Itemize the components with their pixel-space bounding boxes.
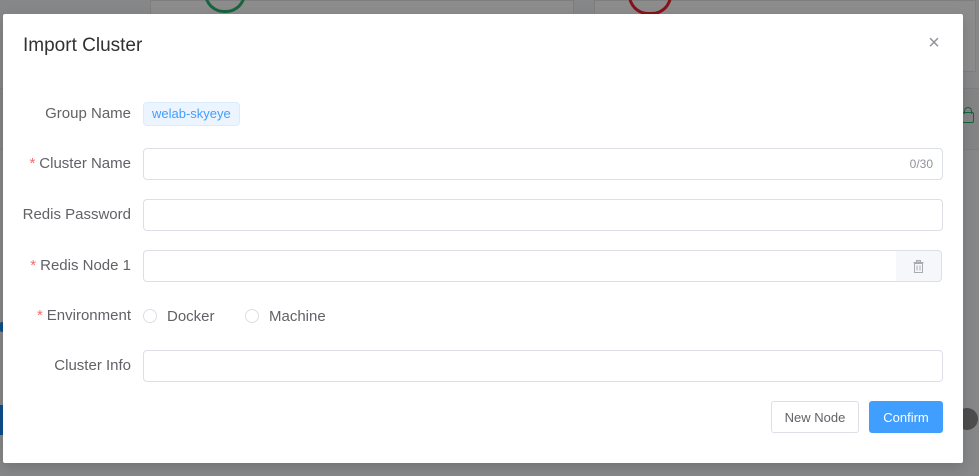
redis-node-label: * Redis Node 1 [30,257,131,274]
cluster-name-label: * Cluster Name [29,155,131,172]
cluster-info-input[interactable] [144,351,908,381]
environment-label: * Environment [36,307,131,324]
required-mark: * [30,257,37,274]
confirm-button[interactable]: Confirm [869,401,943,433]
redis-password-label: Redis Password [22,206,131,223]
radio-label-docker: Docker [167,307,215,325]
cluster-name-input[interactable] [144,149,908,179]
group-name-row: Group Name welab-skyeye [3,98,963,130]
environment-radio-machine[interactable]: Machine [245,300,326,332]
redis-node-field[interactable] [143,250,897,282]
cluster-name-field[interactable]: 0/30 [143,148,943,180]
radio-circle[interactable] [245,309,259,323]
close-icon[interactable]: × [923,32,945,54]
cluster-info-row: Cluster Info [3,350,963,382]
cluster-name-row: * Cluster Name 0/30 [3,148,963,180]
environment-row: * Environment Docker Machine [3,300,963,332]
redis-password-row: Redis Password [3,199,963,231]
cluster-name-counter: 0/30 [909,157,933,171]
radio-circle[interactable] [143,309,157,323]
redis-node-row: * Redis Node 1 [3,250,963,282]
required-mark: * [36,307,43,324]
redis-password-field[interactable] [143,199,943,231]
delete-node-button[interactable] [896,250,942,282]
trash-icon [913,260,924,273]
radio-label-machine: Machine [269,307,326,325]
redis-password-input[interactable] [144,200,908,230]
group-name-label: Group Name [45,105,131,122]
dialog-title: Import Cluster [23,35,143,56]
import-cluster-dialog: Import Cluster × Group Name welab-skyeye… [3,14,963,463]
required-mark: * [29,155,36,172]
cluster-info-field[interactable] [143,350,943,382]
new-node-button[interactable]: New Node [771,401,859,433]
redis-node-input[interactable] [144,251,888,281]
cluster-info-label: Cluster Info [54,357,131,374]
environment-radio-docker[interactable]: Docker [143,300,215,332]
group-name-tag: welab-skyeye [143,102,240,126]
